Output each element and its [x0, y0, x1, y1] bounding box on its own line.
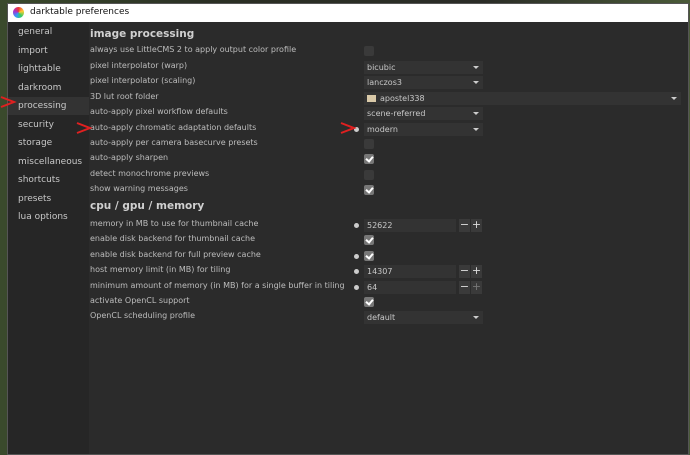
sidebar-item-general[interactable]: general	[8, 23, 89, 41]
pref-checkbox[interactable]	[364, 139, 374, 149]
dropdown-value: modern	[367, 125, 398, 134]
chevron-down-icon	[473, 112, 479, 115]
pref-label: enable disk backend for thumbnail cache	[90, 234, 255, 243]
pref-checkbox[interactable]	[364, 251, 374, 261]
annotation-arrow-sidebar	[0, 96, 17, 108]
sidebar-item-miscellaneous[interactable]: miscellaneous	[8, 153, 89, 171]
pref-checkbox[interactable]	[364, 170, 374, 180]
number-input[interactable]: 14307	[364, 265, 456, 278]
pref-label: enable disk backend for full preview cac…	[90, 250, 261, 259]
pref-label: host memory limit (in MB) for tiling	[90, 265, 231, 274]
modified-indicator-dot[interactable]	[354, 285, 359, 290]
dropdown-value: bicubic	[367, 63, 396, 72]
pref-checkbox[interactable]	[364, 46, 374, 56]
sidebar-item-processing[interactable]: processing	[8, 97, 89, 115]
pref-dropdown[interactable]: default	[364, 311, 483, 324]
section-heading-cpu_gpu_memory: cpu / gpu / memory	[90, 200, 205, 212]
increment-button[interactable]: +	[471, 281, 482, 294]
pref-label: minimum amount of memory (in MB) for a s…	[90, 281, 345, 290]
increment-button[interactable]: +	[471, 219, 482, 232]
darktable-logo-icon	[13, 7, 24, 18]
dropdown-value: lanczos3	[367, 78, 402, 87]
window-title: darktable preferences	[30, 7, 130, 17]
pref-label: auto-apply pixel workflow defaults	[90, 107, 228, 116]
pref-checkbox[interactable]	[364, 185, 374, 195]
pref-label: memory in MB to use for thumbnail cache	[90, 219, 259, 228]
sidebar-item-import[interactable]: import	[8, 42, 89, 60]
pref-label: show warning messages	[90, 184, 188, 193]
number-input[interactable]: 64	[364, 281, 456, 294]
sidebar-item-presets[interactable]: presets	[8, 190, 89, 208]
sidebar-item-lighttable[interactable]: lighttable	[8, 60, 89, 78]
pref-label: activate OpenCL support	[90, 296, 190, 305]
pref-dropdown[interactable]: scene-referred	[364, 107, 483, 120]
sidebar: general import lighttable darkroom processin…	[8, 22, 89, 454]
pref-checkbox[interactable]	[364, 235, 374, 245]
folder-chooser[interactable]: apostel338	[364, 92, 681, 105]
section-heading-image_processing: image processing	[90, 28, 195, 40]
chevron-down-icon	[671, 97, 677, 100]
chevron-down-icon	[473, 316, 479, 319]
pref-label: auto-apply chromatic adaptation defaults	[90, 123, 257, 132]
modified-indicator-dot[interactable]	[354, 269, 359, 274]
sidebar-item-lua-options[interactable]: lua options	[8, 208, 89, 226]
sidebar-item-darkroom[interactable]: darkroom	[8, 79, 89, 97]
annotation-arrow-label	[76, 122, 93, 134]
sidebar-item-storage[interactable]: storage	[8, 134, 89, 152]
preferences-window: darktable preferences general import light…	[7, 3, 689, 455]
chevron-down-icon	[473, 81, 479, 84]
pref-label: auto-apply per camera basecurve presets	[90, 138, 258, 147]
annotation-arrow-control	[340, 122, 357, 134]
decrement-button[interactable]: −	[459, 265, 470, 278]
pref-checkbox[interactable]	[364, 154, 374, 164]
pref-label: pixel interpolator (scaling)	[90, 76, 196, 85]
modified-indicator-dot[interactable]	[354, 254, 359, 259]
chevron-down-icon	[473, 66, 479, 69]
dropdown-value: default	[367, 313, 396, 322]
chevron-down-icon	[473, 128, 479, 131]
decrement-button[interactable]: −	[459, 219, 470, 232]
folder-icon	[367, 95, 376, 102]
pref-label: 3D lut root folder	[90, 92, 159, 101]
pref-dropdown[interactable]: modern	[364, 123, 483, 136]
pref-dropdown[interactable]: lanczos3	[364, 76, 483, 89]
pref-label: pixel interpolator (warp)	[90, 61, 188, 70]
number-input[interactable]: 52622	[364, 219, 456, 232]
sidebar-item-shortcuts[interactable]: shortcuts	[8, 171, 89, 189]
modified-indicator-dot[interactable]	[354, 223, 359, 228]
pref-label: OpenCL scheduling profile	[90, 311, 196, 320]
title-bar: darktable preferences	[8, 4, 688, 22]
decrement-button[interactable]: −	[459, 281, 470, 294]
dropdown-value: scene-referred	[367, 109, 426, 118]
increment-button[interactable]: +	[471, 265, 482, 278]
dropdown-value: apostel338	[380, 94, 425, 103]
pref-label: auto-apply sharpen	[90, 153, 169, 162]
pref-label: detect monochrome previews	[90, 169, 210, 178]
pref-checkbox[interactable]	[364, 297, 374, 307]
pref-dropdown[interactable]: bicubic	[364, 61, 483, 74]
pref-label: always use LittleCMS 2 to apply output c…	[90, 45, 297, 54]
